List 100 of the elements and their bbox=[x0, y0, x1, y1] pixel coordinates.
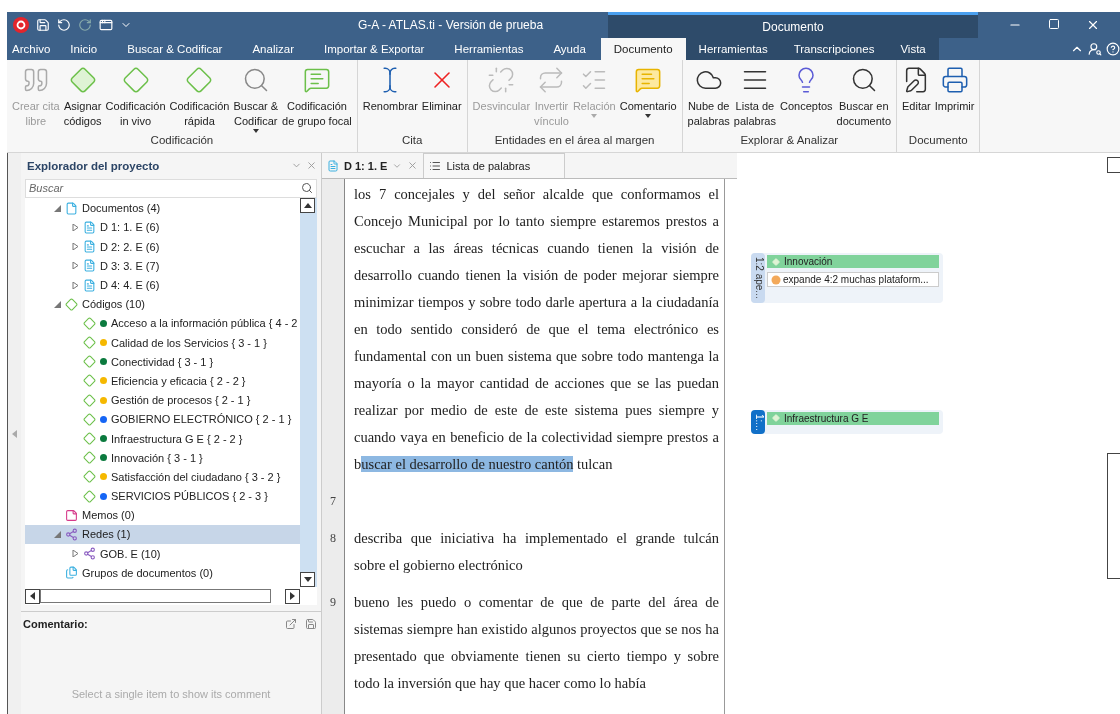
diamond-icon bbox=[83, 470, 96, 484]
collapse-icon[interactable] bbox=[53, 531, 61, 538]
memo-icon bbox=[65, 508, 78, 522]
panel-title: Explorador del proyecto bbox=[27, 159, 160, 172]
tree-item[interactable]: Acceso a la información pública { 4 - 2 bbox=[25, 313, 300, 333]
help-icon[interactable] bbox=[1106, 42, 1120, 56]
status-dot bbox=[100, 492, 107, 500]
menu-tab[interactable]: Documento bbox=[600, 38, 686, 60]
tree-item[interactable]: Satisfacción del ciudadano { 3 - 2 } bbox=[25, 467, 300, 487]
close-icon[interactable] bbox=[1086, 18, 1100, 32]
linked-quotation[interactable]: expande 4:2 muchas plataform... bbox=[767, 272, 939, 287]
expand-icon[interactable] bbox=[71, 224, 79, 231]
document-icon bbox=[327, 159, 339, 172]
code-tag[interactable]: Infraestructura G E bbox=[767, 411, 939, 425]
diamond-icon bbox=[772, 414, 780, 423]
collapse-icon[interactable] bbox=[53, 300, 61, 308]
caret-icon bbox=[645, 114, 652, 118]
scroll-up-button[interactable] bbox=[1107, 157, 1120, 173]
tree-item[interactable]: Infraestructura G E { 2 - 2 } bbox=[25, 428, 300, 449]
undo-icon[interactable] bbox=[57, 18, 71, 32]
diamond-icon bbox=[83, 393, 96, 407]
menu-tab[interactable]: Herramientas bbox=[685, 38, 781, 60]
redo-icon[interactable] bbox=[78, 18, 92, 32]
code-tag[interactable]: Innovación bbox=[767, 255, 939, 268]
diamond-icon bbox=[83, 336, 96, 350]
tree-item[interactable]: SERVICIOS PÚBLICOS { 2 - 3 } bbox=[25, 486, 300, 506]
tree-item[interactable]: Calidad de los Servicios { 3 - 1 } bbox=[25, 333, 300, 353]
margin-entry[interactable]: 1:... Infraestructura G E bbox=[751, 409, 943, 435]
scroll-right-button[interactable] bbox=[285, 588, 300, 604]
save-icon[interactable] bbox=[305, 618, 317, 630]
tree-item[interactable]: D 2: 2. E (6) bbox=[25, 237, 300, 257]
diamond-icon bbox=[65, 297, 78, 311]
document-icon bbox=[83, 221, 96, 234]
ribbon-button[interactable]: Buscar & Codificar bbox=[231, 64, 281, 134]
menu-tab[interactable]: Importar & Exportar bbox=[309, 38, 440, 60]
tree-item[interactable]: Grupos de documentos (0) bbox=[25, 563, 300, 583]
document-icon bbox=[83, 278, 96, 292]
caret-icon bbox=[591, 114, 598, 118]
app-logo-icon[interactable] bbox=[13, 17, 29, 33]
scroll-down-button[interactable] bbox=[300, 572, 315, 588]
menu-tab[interactable]: Transcripciones bbox=[780, 38, 888, 60]
scroll-thumb[interactable] bbox=[1107, 453, 1120, 579]
right-arrow-icon bbox=[290, 592, 295, 601]
menu-tab[interactable]: Inicio bbox=[55, 38, 113, 60]
tree-item[interactable]: D 1: 1. E (6) bbox=[25, 217, 300, 238]
menu-tab[interactable]: Buscar & Codificar bbox=[112, 38, 238, 60]
tree-item[interactable]: GOB. E (10) bbox=[25, 544, 300, 564]
quotation-label[interactable]: 1:2 ape... bbox=[751, 253, 765, 303]
menu-tab[interactable]: Herramientas bbox=[439, 38, 539, 60]
margin-entry[interactable]: 1:2 ape... Innovación expande 4:2 muchas plataform... bbox=[751, 253, 943, 303]
ribbon-button[interactable]: Eliminar bbox=[419, 64, 464, 134]
diamond-icon bbox=[83, 432, 96, 446]
maximize-icon[interactable] bbox=[1048, 18, 1060, 30]
quotation-label[interactable]: 1:... bbox=[751, 409, 765, 435]
tree-item[interactable]: Gestión de procesos { 2 - 1 } bbox=[25, 390, 300, 410]
ribbon-button[interactable]: Codificación rápida bbox=[167, 64, 232, 134]
diamond-icon bbox=[68, 66, 97, 94]
document-tab[interactable]: Lista de palabras bbox=[423, 153, 566, 178]
quotation-icon bbox=[771, 274, 781, 285]
expand-icon[interactable] bbox=[71, 262, 79, 270]
tree-item[interactable]: D 3: 3. E (7) bbox=[25, 256, 300, 276]
ribbon-button[interactable]: Conceptos bbox=[778, 64, 835, 134]
tree-item[interactable]: D 4: 4. E (6) bbox=[25, 275, 300, 295]
tree-item[interactable]: Códigos (10) bbox=[25, 294, 300, 314]
ribbon-button[interactable]: Lista de palabras bbox=[731, 64, 778, 134]
ribbon-button[interactable]: Codificación in vivo bbox=[103, 64, 168, 134]
ribbon-button[interactable]: Renombrar bbox=[360, 64, 420, 134]
menu-tab[interactable]: Vista bbox=[887, 38, 939, 60]
expand-icon[interactable] bbox=[71, 550, 79, 558]
tree-item[interactable]: Innovación { 3 - 1 } bbox=[25, 448, 300, 468]
comment-field[interactable]: Select a single item to show its comment bbox=[21, 630, 321, 714]
tree-item[interactable]: Documentos (4) bbox=[25, 198, 300, 218]
menu-tab[interactable]: Analizar bbox=[237, 38, 309, 60]
tree-item[interactable]: GOBIERNO ELECTRÓNICO { 2 - 1 } bbox=[25, 409, 300, 429]
ribbon-button[interactable]: Comentario bbox=[617, 64, 679, 134]
collapse-icon[interactable] bbox=[53, 204, 61, 212]
tree-item[interactable]: Memos (0) bbox=[25, 505, 300, 525]
search-icon bbox=[301, 181, 313, 194]
ribbon-button[interactable]: Imprimir bbox=[932, 64, 977, 134]
paragraph-text: los 7 concejales y del señor alcalde que conformamos el Concejo Municipal por lo tanto siempre estaremos prestos a escuchar a las áreas técnicas cuando tienen la visión de desarrollo cuando tienen la visión de poder mejorar siempre minimizar tiempos y sobre todo darle apertura a la ciudadanía en todo sentido consideró de que el tema electrónico es fundamental con un buen sistema que sobre todo mantenga la mayoría o la mayor cantidad de acciones que se las puedan realizar por medio de este de este sistema pues siempre y cuando vaya en beneficio de la colectividad siempre prestos a buscar el desarrollo de nuestro cantón tulcan bbox=[354, 185, 719, 474]
tree-item[interactable]: Eficiencia y eficacia { 2 - 2 } bbox=[25, 371, 300, 391]
tree-item[interactable]: Conectividad { 3 - 1 } bbox=[25, 352, 300, 372]
expand-icon[interactable] bbox=[71, 243, 79, 251]
user-icon[interactable] bbox=[1088, 42, 1102, 56]
scroll-left-button[interactable] bbox=[25, 588, 40, 604]
ribbon-button[interactable]: Asignar códigos bbox=[61, 64, 104, 134]
expand-icon[interactable] bbox=[71, 281, 79, 289]
ribbon-button[interactable]: Nube de palabras bbox=[685, 64, 732, 134]
ribbon-button[interactable]: Editar bbox=[900, 64, 933, 134]
search-field[interactable]: Buscar bbox=[25, 178, 317, 198]
open-external-icon[interactable] bbox=[285, 618, 297, 630]
tree-item[interactable]: Redes (1) bbox=[25, 524, 300, 545]
paragraph-number: 8 bbox=[330, 531, 336, 545]
scroll-thumb[interactable] bbox=[40, 589, 271, 604]
ribbon-button[interactable]: Buscar en documento bbox=[834, 64, 893, 134]
menu-tab[interactable]: Archivo bbox=[7, 38, 56, 60]
menu-tab[interactable]: Ayuda bbox=[538, 38, 601, 60]
window-icon[interactable] bbox=[99, 18, 113, 32]
diamond-icon bbox=[83, 316, 96, 330]
ribbon-button[interactable]: Codificación de grupo focal bbox=[280, 64, 354, 134]
